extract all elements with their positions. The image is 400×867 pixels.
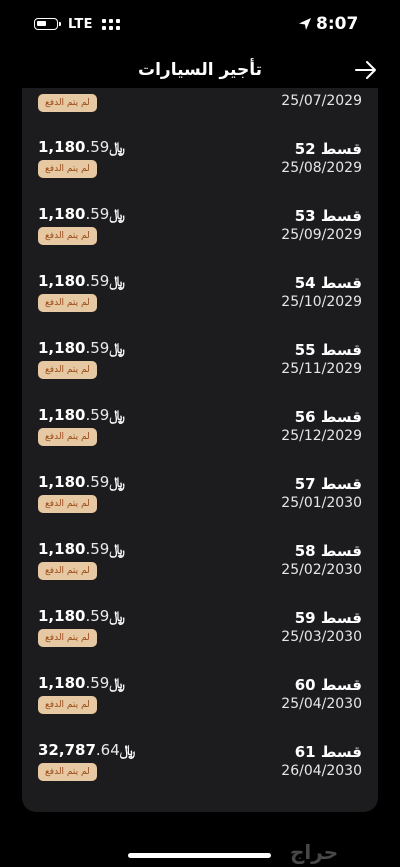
installment-date: 25/12/2029: [281, 428, 362, 444]
installment-amount: ﷼1,180.59: [38, 473, 125, 491]
installment-label: قسط 56: [294, 408, 362, 426]
installment-amount: ﷼1,180.59: [38, 339, 125, 357]
installment-date: 25/08/2029: [281, 160, 362, 176]
clock: 8:07: [316, 14, 359, 34]
installment-label: قسط 60: [294, 676, 362, 694]
payment-status-badge: لم يتم الدفع: [38, 495, 97, 513]
installment-row[interactable]: قسط 61 26/04/2030 ﷼32,787.64 لم يتم الدف…: [22, 739, 378, 805]
installment-date: 25/03/2030: [281, 629, 362, 645]
installment-amount: ﷼1,180.59: [38, 540, 125, 558]
payment-status-badge: لم يتم الدفع: [38, 562, 97, 580]
battery-icon: [34, 18, 58, 30]
installment-label: قسط 54: [294, 274, 362, 292]
payment-status-badge: لم يتم الدفع: [38, 428, 97, 446]
payment-status-badge: لم يتم الدفع: [38, 294, 97, 312]
payment-status-badge: لم يتم الدفع: [38, 763, 97, 781]
riyal-icon: ﷼: [109, 341, 125, 357]
installment-label: قسط 53: [294, 207, 362, 225]
installment-amount: ﷼32,787.64: [38, 741, 136, 759]
installment-amount: ﷼1,180.59: [38, 674, 125, 692]
riyal-icon: ﷼: [109, 408, 125, 424]
installment-label: قسط 57: [294, 475, 362, 493]
installment-date: 25/01/2030: [281, 495, 362, 511]
installment-row[interactable]: قسط 57 25/01/2030 ﷼1,180.59 لم يتم الدفع: [22, 471, 378, 537]
installment-row[interactable]: قسط 55 25/11/2029 ﷼1,180.59 لم يتم الدفع: [22, 337, 378, 403]
installment-date: 25/10/2029: [281, 294, 362, 310]
riyal-icon: ﷼: [109, 676, 125, 692]
riyal-icon: ﷼: [109, 207, 125, 223]
installment-row[interactable]: قسط 58 25/02/2030 ﷼1,180.59 لم يتم الدفع: [22, 538, 378, 604]
installment-label: قسط 55: [294, 341, 362, 359]
installment-date: 25/07/2029: [281, 93, 362, 109]
installment-row[interactable]: قسط 54 25/10/2029 ﷼1,180.59 لم يتم الدفع: [22, 270, 378, 336]
carrier-label: LTE: [68, 17, 93, 32]
status-bar: LTE 8:07: [0, 0, 400, 50]
installment-label: قسط 61: [294, 743, 362, 761]
signal-icon: [102, 19, 120, 31]
arrow-right-icon[interactable]: [352, 58, 380, 82]
riyal-icon: ﷼: [109, 140, 125, 156]
installment-row[interactable]: قسط 52 25/08/2029 ﷼1,180.59 لم يتم الدفع: [22, 136, 378, 202]
installment-amount: ﷼1,180.59: [38, 406, 125, 424]
payment-status-badge: لم يتم الدفع: [38, 94, 97, 112]
installment-row[interactable]: قسط 59 25/03/2030 ﷼1,180.59 لم يتم الدفع: [22, 605, 378, 671]
installment-date: 25/09/2029: [281, 227, 362, 243]
installment-row[interactable]: قسط 60 25/04/2030 ﷼1,180.59 لم يتم الدفع: [22, 672, 378, 738]
home-indicator[interactable]: [128, 853, 271, 858]
payment-status-badge: لم يتم الدفع: [38, 696, 97, 714]
installment-amount: ﷼1,180.59: [38, 205, 125, 223]
nav-header: تأجير السيارات: [0, 50, 400, 90]
installment-amount: ﷼1,180.59: [38, 138, 125, 156]
payment-status-badge: لم يتم الدفع: [38, 160, 97, 178]
installment-amount: ﷼1,180.59: [38, 607, 125, 625]
installment-amount: ﷼1,180.59: [38, 272, 125, 290]
riyal-icon: ﷼: [109, 609, 125, 625]
installment-label: قسط 52: [294, 140, 362, 158]
location-arrow-icon: [299, 18, 311, 30]
riyal-icon: ﷼: [109, 274, 125, 290]
installment-label: قسط 59: [294, 609, 362, 627]
installment-label: قسط 58: [294, 542, 362, 560]
payment-status-badge: لم يتم الدفع: [38, 227, 97, 245]
installment-date: 25/04/2030: [281, 696, 362, 712]
battery-tip: [59, 22, 61, 26]
riyal-icon: ﷼: [119, 743, 136, 759]
riyal-icon: ﷼: [109, 475, 125, 491]
riyal-icon: ﷼: [109, 542, 125, 558]
installment-date: 25/02/2030: [281, 562, 362, 578]
watermark-logo: حراج: [290, 840, 339, 864]
installments-card: لم يتم الدفع 25/07/2029 قسط 52 25/08/202…: [22, 88, 378, 812]
installment-row[interactable]: قسط 53 25/09/2029 ﷼1,180.59 لم يتم الدفع: [22, 203, 378, 269]
page-title: تأجير السيارات: [138, 60, 262, 80]
payment-status-badge: لم يتم الدفع: [38, 629, 97, 647]
installment-date: 26/04/2030: [281, 763, 362, 779]
installment-date: 25/11/2029: [281, 361, 362, 377]
payment-status-badge: لم يتم الدفع: [38, 361, 97, 379]
installment-row[interactable]: قسط 56 25/12/2029 ﷼1,180.59 لم يتم الدفع: [22, 404, 378, 470]
